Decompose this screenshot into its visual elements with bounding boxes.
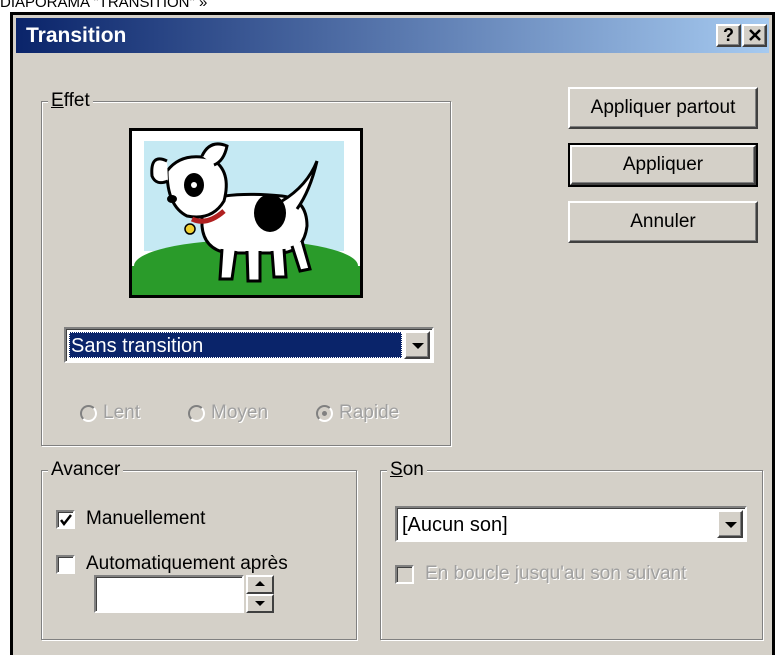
- avancer-group: Avancer Manuellement Automatiquement apr…: [41, 459, 357, 640]
- avancer-legend: Avancer: [48, 459, 124, 481]
- radio-rapide-circle[interactable]: [316, 404, 333, 422]
- sound-select-value: [Aucun son]: [402, 514, 508, 536]
- loop-checkbox-row[interactable]: En boucle jusqu'au son suivant: [395, 563, 686, 585]
- auto-checkbox[interactable]: [56, 554, 75, 574]
- effet-legend: Effet: [48, 90, 93, 112]
- loop-checkbox[interactable]: [395, 564, 414, 584]
- dropdown-arrow-icon[interactable]: [717, 510, 743, 538]
- dog-preview-image: [129, 128, 363, 298]
- transition-select-value: Sans transition: [69, 332, 402, 358]
- loop-label: En boucle jusqu'au son suivant: [425, 563, 687, 584]
- apply-button[interactable]: Appliquer: [568, 143, 758, 187]
- radio-lent-label: Lent: [103, 402, 140, 423]
- spin-up-icon[interactable]: [246, 575, 274, 594]
- radio-moyen[interactable]: Moyen: [188, 402, 268, 424]
- title-bar: Transition ?: [16, 18, 769, 53]
- auto-checkbox-row[interactable]: Automatiquement après: [56, 553, 288, 575]
- cancel-button[interactable]: Annuler: [568, 201, 758, 243]
- sound-select[interactable]: [Aucun son]: [395, 506, 747, 542]
- manual-checkbox-row[interactable]: Manuellement: [56, 508, 205, 530]
- radio-rapide-label: Rapide: [339, 402, 400, 423]
- transition-select[interactable]: Sans transition: [64, 327, 434, 363]
- radio-moyen-label: Moyen: [211, 402, 269, 423]
- radio-lent[interactable]: Lent: [80, 402, 140, 424]
- window-title: Transition: [26, 24, 127, 47]
- son-group: Son [Aucun son] En boucle jusqu'au son s…: [380, 459, 763, 640]
- page-caption: DIAPORAMA "TRANSITION" »: [0, 0, 208, 11]
- spin-down-icon[interactable]: [246, 594, 274, 613]
- close-icon[interactable]: [742, 24, 767, 47]
- dropdown-arrow-icon[interactable]: [404, 331, 430, 359]
- son-legend: Son: [387, 459, 427, 481]
- auto-delay-input[interactable]: [94, 575, 244, 613]
- auto-label: Automatiquement après: [86, 553, 288, 574]
- radio-moyen-circle[interactable]: [188, 404, 205, 422]
- apply-all-button[interactable]: Appliquer partout: [568, 87, 758, 129]
- transition-dialog: Transition ? Effet Sans transition Lent …: [10, 12, 775, 655]
- auto-delay-spinner[interactable]: [246, 575, 274, 613]
- help-icon[interactable]: ?: [716, 24, 741, 47]
- manual-checkbox[interactable]: [56, 509, 75, 529]
- effet-group: Effet Sans transition Lent Moyen Rapide: [41, 90, 451, 446]
- radio-lent-circle[interactable]: [80, 404, 97, 422]
- manual-label: Manuellement: [86, 508, 206, 529]
- radio-rapide[interactable]: Rapide: [316, 402, 399, 424]
